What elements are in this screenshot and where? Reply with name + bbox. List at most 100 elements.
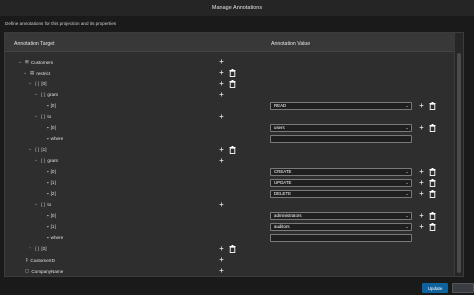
add-icon[interactable]: +: [417, 211, 426, 221]
add-icon[interactable]: +: [417, 123, 426, 133]
expand-chevron-icon[interactable]: ⌄: [33, 92, 39, 97]
tree-node: ▪ [0]: [39, 213, 56, 218]
value-icon: ▪: [47, 169, 49, 174]
tree-row[interactable]: ▢ CompanyName +: [5, 266, 445, 277]
tree-node: ⌄ ▤ restrict: [22, 70, 50, 76]
add-icon[interactable]: +: [217, 57, 226, 67]
add-icon[interactable]: +: [217, 145, 226, 155]
tree-node-label: CustomerID: [30, 257, 55, 263]
add-icon[interactable]: +: [217, 200, 226, 210]
tree-row[interactable]: ▪ [0] + users ⌄: [5, 123, 445, 134]
add-icon[interactable]: +: [417, 189, 426, 199]
scrollbar-thumb[interactable]: [457, 53, 461, 273]
expand-chevron-icon[interactable]: ⌄: [17, 60, 23, 65]
expand-chevron-icon[interactable]: ⌄: [22, 71, 28, 76]
value-icon: ▪: [47, 224, 49, 229]
annotation-value-input[interactable]: [270, 135, 412, 143]
annotation-value-select[interactable]: administrators ⌄: [270, 212, 412, 220]
expand-chevron-icon[interactable]: ›: [27, 246, 33, 251]
tree-row[interactable]: ▪ [1] + UPDATE ⌄: [5, 178, 445, 189]
add-icon[interactable]: +: [417, 167, 426, 177]
tree-row[interactable]: ▪ [0] + CREATE ⌄: [5, 167, 445, 178]
tree-row[interactable]: ▪ where: [5, 233, 445, 244]
tree-node-label: [0]: [50, 169, 56, 174]
tree-node-label: where: [50, 235, 64, 240]
expand-chevron-icon[interactable]: ⌄: [33, 202, 39, 207]
add-icon[interactable]: +: [417, 101, 426, 111]
tree-node-label: to: [47, 202, 52, 207]
tree-node: ⌄ ⊞ Customers: [17, 59, 53, 65]
tree-row[interactable]: ⌄ ▤ restrict +: [5, 68, 445, 79]
tree-row[interactable]: ⌄{ } to +: [5, 200, 445, 211]
value-icon: ▪: [47, 191, 49, 196]
dialog-footer: [0, 281, 474, 295]
annotation-value-select[interactable]: UPDATE ⌄: [270, 179, 412, 187]
tree-node-label: Customers: [30, 59, 54, 65]
tree-node-label: where: [50, 136, 64, 141]
annotation-value-select[interactable]: DELETE ⌄: [270, 190, 412, 198]
expand-chevron-icon[interactable]: ⌄: [33, 114, 39, 119]
tree-row[interactable]: ⌄{ } grant +: [5, 90, 445, 101]
add-icon[interactable]: +: [217, 244, 226, 254]
tree-node-label: [1]: [41, 147, 47, 152]
annotation-value-select[interactable]: READ ⌄: [270, 102, 412, 110]
select-value: UPDATE: [274, 180, 292, 185]
tree-node-label: grant: [47, 92, 58, 97]
annotation-icon: ▤: [30, 70, 35, 75]
tree-row[interactable]: ⚷ CustomerID +: [5, 255, 445, 266]
add-icon[interactable]: +: [217, 112, 226, 122]
tree-node-label: CompanyName: [31, 268, 64, 274]
annotation-value-select[interactable]: auditors ⌄: [270, 223, 412, 231]
expand-chevron-icon[interactable]: ⌄: [27, 147, 33, 152]
update-button[interactable]: Update: [422, 283, 448, 293]
tree-row[interactable]: ›{ } [2] +: [5, 244, 445, 255]
tree-row[interactable]: ⌄{ } [0] +: [5, 79, 445, 90]
tree-node: ⌄{ } grant: [33, 92, 58, 97]
tree-node: ⌄{ } to: [33, 114, 51, 119]
add-icon[interactable]: +: [217, 90, 226, 100]
tree-row[interactable]: ▪ [1] + auditors ⌄: [5, 222, 445, 233]
tree-node: ▪ where: [39, 136, 63, 141]
annotations-panel: Annotation Target Annotation Value ⌄ ⊞ Cus…: [4, 32, 464, 277]
annotation-value-input[interactable]: [270, 234, 412, 242]
cancel-button[interactable]: [452, 283, 474, 293]
annotation-value-select[interactable]: CREATE ⌄: [270, 168, 412, 176]
chevron-down-icon: ⌄: [405, 169, 409, 174]
tree-row[interactable]: ▪ where: [5, 134, 445, 145]
object-icon: { }: [41, 202, 46, 207]
tree-row[interactable]: ▪ [0] + administrators ⌄: [5, 211, 445, 222]
add-icon[interactable]: +: [217, 156, 226, 166]
tree-node: ▪ where: [39, 235, 63, 240]
select-value: DELETE: [274, 191, 292, 196]
array-icon: { }: [35, 147, 40, 152]
annotation-value-select[interactable]: users ⌄: [270, 124, 412, 132]
column-header-value: Annotation Value: [271, 41, 311, 47]
tree-row[interactable]: ⌄{ } [1] +: [5, 145, 445, 156]
add-icon[interactable]: +: [217, 255, 226, 265]
object-icon: { }: [41, 92, 46, 97]
tree-row[interactable]: ▪ [2] + DELETE ⌄: [5, 189, 445, 200]
tree-node: ⚷ CustomerID: [17, 257, 55, 263]
value-icon: ▪: [47, 125, 49, 130]
add-icon[interactable]: +: [217, 68, 226, 78]
add-icon[interactable]: +: [417, 222, 426, 232]
tree-node-label: to: [47, 114, 52, 119]
tree-row[interactable]: ⌄{ } grant +: [5, 156, 445, 167]
object-icon: { }: [41, 114, 46, 119]
expand-chevron-icon[interactable]: ⌄: [33, 158, 39, 163]
add-icon[interactable]: +: [217, 266, 226, 276]
tree-node: ▪ [0]: [39, 125, 56, 130]
value-icon: ▪: [47, 136, 49, 141]
tree-row[interactable]: ⌄{ } to +: [5, 112, 445, 123]
tree-row[interactable]: ⌄ ⊞ Customers +: [5, 57, 445, 68]
field-icon: ▢: [25, 268, 30, 273]
expand-chevron-icon[interactable]: ⌄: [27, 81, 33, 86]
add-icon[interactable]: +: [217, 79, 226, 89]
tree-row[interactable]: ▪ [0] + READ ⌄: [5, 101, 445, 112]
tree-node-label: [0]: [41, 81, 47, 86]
add-icon[interactable]: +: [417, 178, 426, 188]
vertical-scrollbar[interactable]: [454, 33, 463, 276]
tree-node: ▪ [2]: [39, 191, 56, 196]
tree-node: ▢ CompanyName: [17, 268, 63, 274]
column-header-target: Annotation Target: [14, 41, 55, 47]
